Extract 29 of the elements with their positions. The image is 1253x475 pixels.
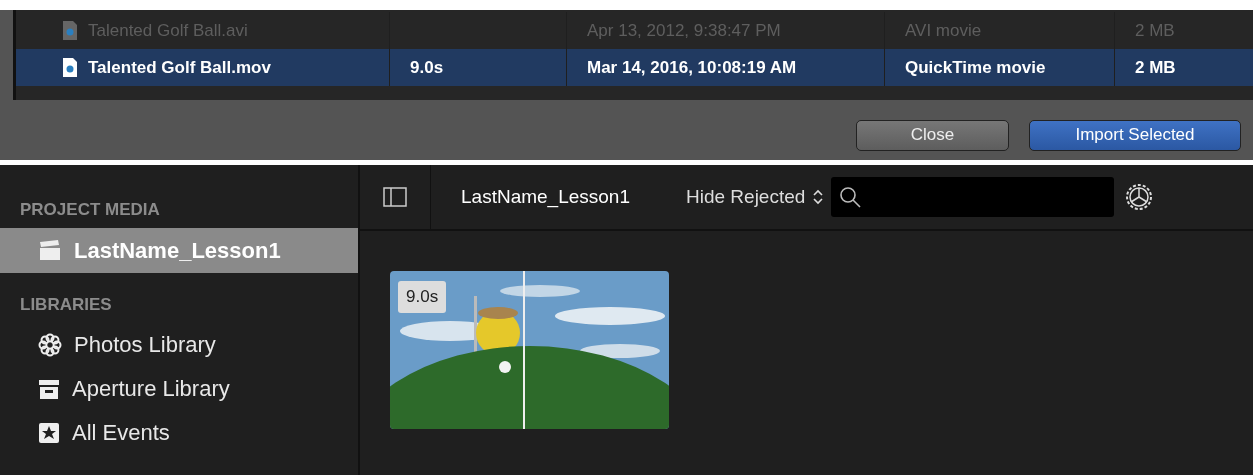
sidebar-item[interactable]: All Events: [0, 411, 358, 455]
search-icon: [839, 186, 862, 208]
date-modified: Mar 14, 2016, 10:08:19 AM: [587, 57, 797, 78]
file-type: QuickTime movie: [905, 57, 1046, 78]
archive-box-icon: [38, 378, 60, 400]
flower-icon: [38, 333, 62, 357]
library-title: LastName_Lesson1: [461, 186, 631, 208]
section-header: LIBRARIES: [19, 295, 113, 316]
settings-icon[interactable]: [1124, 182, 1155, 212]
duration: 9.0s: [410, 57, 444, 78]
updown-icon: [813, 189, 824, 205]
duration-badge: 9.0s: [398, 281, 447, 313]
sidebar-item[interactable]: Aperture Library: [0, 367, 358, 411]
file-size: 2 MB: [1135, 57, 1176, 78]
filter-popup[interactable]: Hide Rejected: [686, 186, 824, 208]
close-button[interactable]: Close: [856, 119, 1009, 151]
clapperboard-icon: [38, 239, 62, 262]
sidebar-item[interactable]: Photos Library: [0, 323, 358, 367]
sidebar-toggle-icon[interactable]: [383, 187, 407, 207]
file-name: Talented Golf Ball.mov: [88, 57, 271, 78]
search-field[interactable]: [831, 177, 1115, 217]
file-name: Talented Golf Ball.avi: [88, 20, 248, 41]
movie-file-icon: [62, 57, 78, 78]
file-type: AVI movie: [905, 20, 982, 41]
import-button[interactable]: Import Selected: [1029, 119, 1241, 151]
section-header: PROJECT MEDIA: [19, 200, 161, 221]
date-modified: Apr 13, 2012, 9:38:47 PM: [587, 20, 781, 41]
file-size: 2 MB: [1135, 20, 1175, 41]
movie-file-icon: [62, 20, 78, 41]
